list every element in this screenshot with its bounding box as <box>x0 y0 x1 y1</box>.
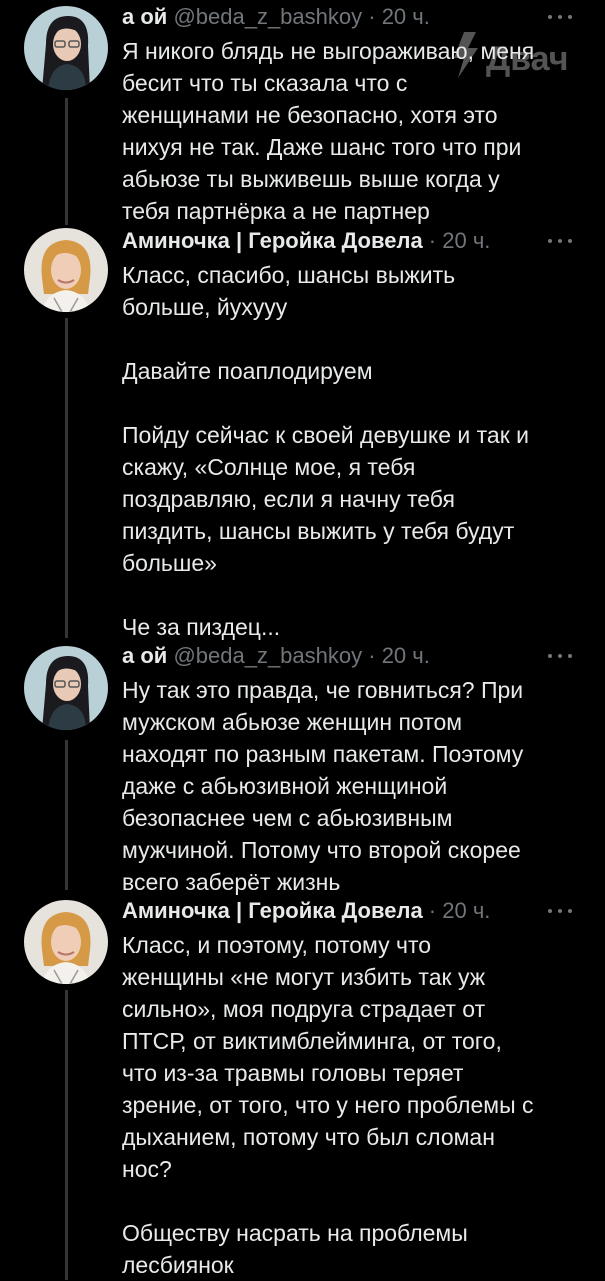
more-options-icon[interactable] <box>545 2 575 32</box>
blonde-girl-avatar[interactable] <box>24 900 108 984</box>
author-handle[interactable]: @beda_z_bashkoy <box>173 643 362 668</box>
author-name[interactable]: а ой <box>122 643 167 668</box>
tweet-header: Аминочка | Геройка Довела · 20 ч. <box>122 226 585 256</box>
tweet-paragraph: Класс, и поэтому, потому что женщины «не… <box>122 932 534 1182</box>
tweet-header: а ой @beda_z_bashkoy · 20 ч. <box>122 2 585 32</box>
tweet-time[interactable]: 20 ч. <box>382 4 430 29</box>
tweet-time[interactable]: 20 ч. <box>442 898 490 923</box>
tweet-paragraph: Давайте поаплодируем <box>122 358 373 384</box>
tweet-paragraph: Че за пиздец... <box>122 614 281 640</box>
tweet-paragraph: Ну так это правда, че говниться? При муж… <box>122 677 524 895</box>
tweet-header: Аминочка | Геройка Довела · 20 ч. <box>122 896 585 926</box>
thread-line <box>65 740 68 890</box>
tweet-paragraph: Класс, спасибо, шансы выжить больше, йух… <box>122 262 456 320</box>
tweet-text: Класс, и поэтому, потому что женщины «не… <box>122 929 582 1281</box>
tweet-text: Ну так это правда, че говниться? При муж… <box>122 674 582 898</box>
blonde-girl-avatar[interactable] <box>24 228 108 312</box>
tweet-header: а ой @beda_z_bashkoy · 20 ч. <box>122 641 585 671</box>
author-name[interactable]: Аминочка | Геройка Довела <box>122 898 423 923</box>
author-name[interactable]: а ой <box>122 4 167 29</box>
more-options-icon[interactable] <box>545 896 575 926</box>
author-handle[interactable]: @beda_z_bashkoy <box>173 4 362 29</box>
tweet-text: Класс, спасибо, шансы выжить больше, йух… <box>122 259 582 643</box>
thread-line <box>65 98 68 225</box>
anime-girl-avatar[interactable] <box>24 6 108 90</box>
more-options-icon[interactable] <box>545 226 575 256</box>
anime-girl-avatar[interactable] <box>24 646 108 730</box>
thread-line <box>65 318 68 638</box>
tweet-text: Я никого блядь не выгораживаю, меня беси… <box>122 35 582 227</box>
thread-line <box>65 990 68 1280</box>
tweet-paragraph: Пойду сейчас к своей девушке и так и ска… <box>122 422 530 576</box>
tweet-paragraph: Я никого блядь не выгораживаю, меня беси… <box>122 38 535 224</box>
tweet-time[interactable]: 20 ч. <box>442 228 490 253</box>
tweet-paragraph: Обществу насрать на проблемы лесбиянок <box>122 1220 468 1278</box>
author-name[interactable]: Аминочка | Геройка Довела <box>122 228 423 253</box>
tweet-time[interactable]: 20 ч. <box>382 643 430 668</box>
more-options-icon[interactable] <box>545 641 575 671</box>
